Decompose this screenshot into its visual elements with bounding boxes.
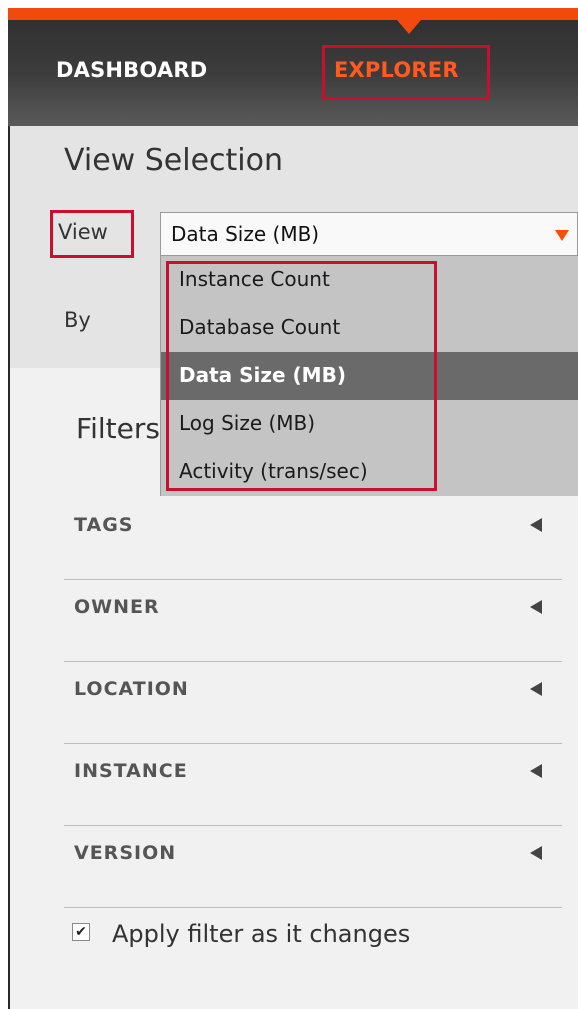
highlight-box-options [166, 261, 437, 491]
caret-left-icon[interactable] [530, 600, 542, 614]
dropdown-arrow-icon[interactable] [555, 230, 569, 241]
filter-label: VERSION [74, 842, 177, 864]
filter-label: TAGS [74, 514, 134, 536]
caret-left-icon[interactable] [530, 682, 542, 696]
caret-left-icon[interactable] [530, 518, 542, 532]
highlight-box-explorer [322, 45, 490, 100]
filter-location[interactable]: LOCATION [64, 662, 562, 744]
tab-pointer-icon [397, 20, 421, 34]
view-selection-title: View Selection [64, 143, 283, 178]
divider [64, 907, 562, 908]
filters-title: Filters [76, 412, 160, 445]
view-select[interactable]: Data Size (MB) [160, 212, 578, 256]
filter-instance[interactable]: INSTANCE [64, 744, 562, 826]
filter-owner[interactable]: OWNER [64, 580, 562, 662]
tab-dashboard[interactable]: DASHBOARD [56, 58, 207, 82]
view-select-value: Data Size (MB) [171, 222, 320, 246]
filter-label: INSTANCE [74, 760, 188, 782]
apply-filter-label: Apply filter as it changes [112, 920, 411, 948]
filter-tags[interactable]: TAGS [64, 498, 562, 580]
app-frame: DASHBOARD EXPLORER View Selection View B… [0, 0, 578, 1009]
accent-stripe [8, 8, 578, 20]
by-label: By [64, 308, 91, 332]
apply-filter-checkbox[interactable]: ✔ [72, 923, 90, 941]
filter-version[interactable]: VERSION [64, 826, 562, 908]
filter-label: OWNER [74, 596, 160, 618]
highlight-box-view-label [50, 210, 134, 258]
filter-label: LOCATION [74, 678, 189, 700]
caret-left-icon[interactable] [530, 846, 542, 860]
caret-left-icon[interactable] [530, 764, 542, 778]
